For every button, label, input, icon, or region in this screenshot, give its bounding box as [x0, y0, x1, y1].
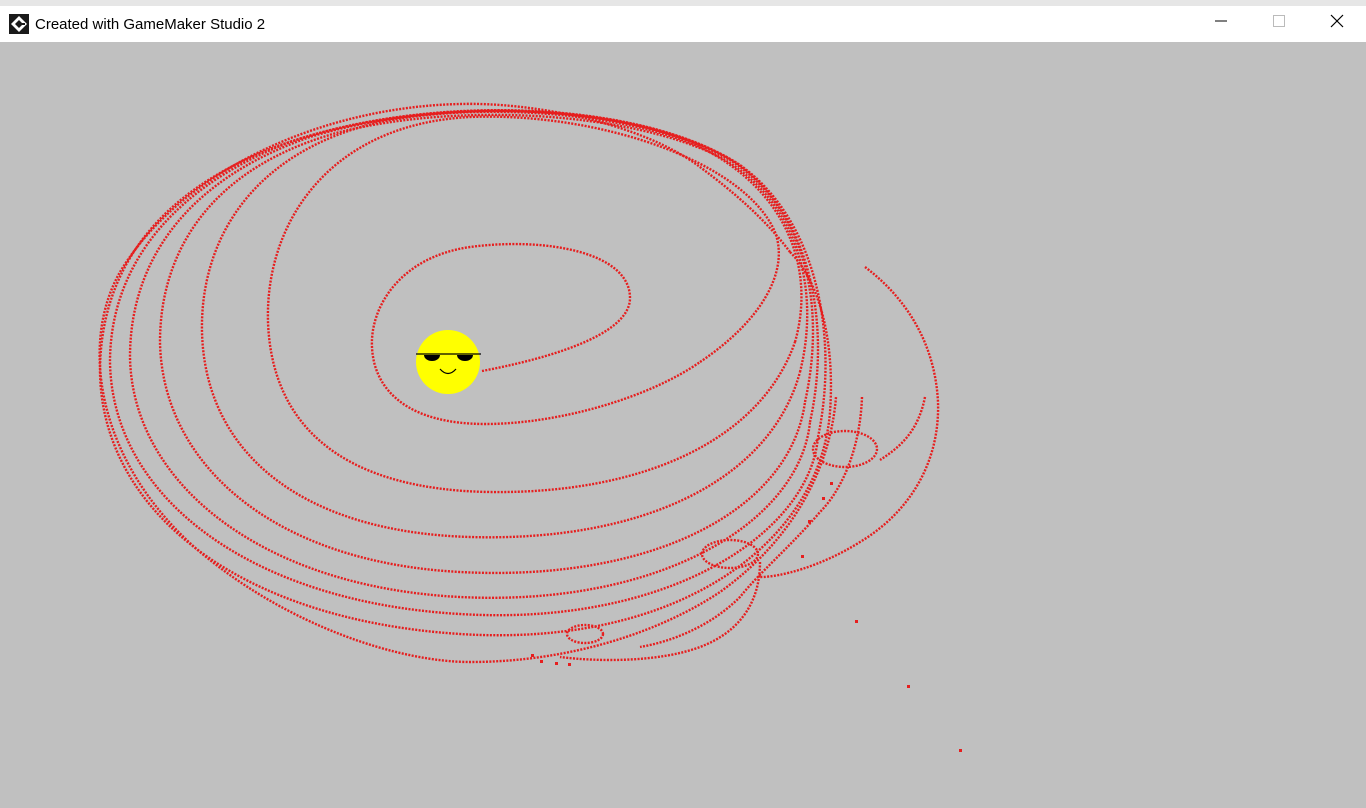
- trail-dot: [555, 662, 558, 665]
- window-title: Created with GameMaker Studio 2: [35, 15, 266, 33]
- orbit-trail: [98, 102, 940, 664]
- trail-dot: [808, 520, 811, 523]
- close-icon: [1330, 14, 1344, 33]
- orbit-trail-loop: [266, 115, 797, 494]
- gamemaker-icon: [9, 14, 29, 34]
- maximize-button[interactable]: [1250, 6, 1308, 40]
- maximize-icon: [1273, 14, 1285, 32]
- title-bar[interactable]: Created with GameMaker Studio 2: [0, 6, 1366, 42]
- trail-dot: [568, 663, 571, 666]
- orbit-trail-loop: [158, 113, 809, 575]
- game-scene: [98, 102, 962, 752]
- orbit-trail-loop: [559, 561, 762, 662]
- minimize-icon: [1215, 14, 1227, 32]
- game-canvas[interactable]: [0, 42, 1366, 808]
- stray-trail-dots: [531, 482, 962, 752]
- trail-dot: [830, 482, 833, 485]
- trail-dot: [531, 654, 534, 657]
- game-window: Created with GameMaker Studio 2: [0, 0, 1366, 808]
- orbit-trail-loop: [370, 242, 701, 426]
- trail-dot: [822, 497, 825, 500]
- orbit-trail-loop: [759, 266, 940, 579]
- window-controls: [1192, 6, 1366, 42]
- close-button[interactable]: [1308, 6, 1366, 40]
- trail-dot: [855, 620, 858, 623]
- trail-dot: [540, 660, 543, 663]
- player-smiley: [416, 330, 481, 394]
- trail-dot: [907, 685, 910, 688]
- orbit-trail-loop: [879, 396, 927, 462]
- minimize-button[interactable]: [1192, 6, 1250, 40]
- trail-dot: [801, 555, 804, 558]
- trail-dot: [959, 749, 962, 752]
